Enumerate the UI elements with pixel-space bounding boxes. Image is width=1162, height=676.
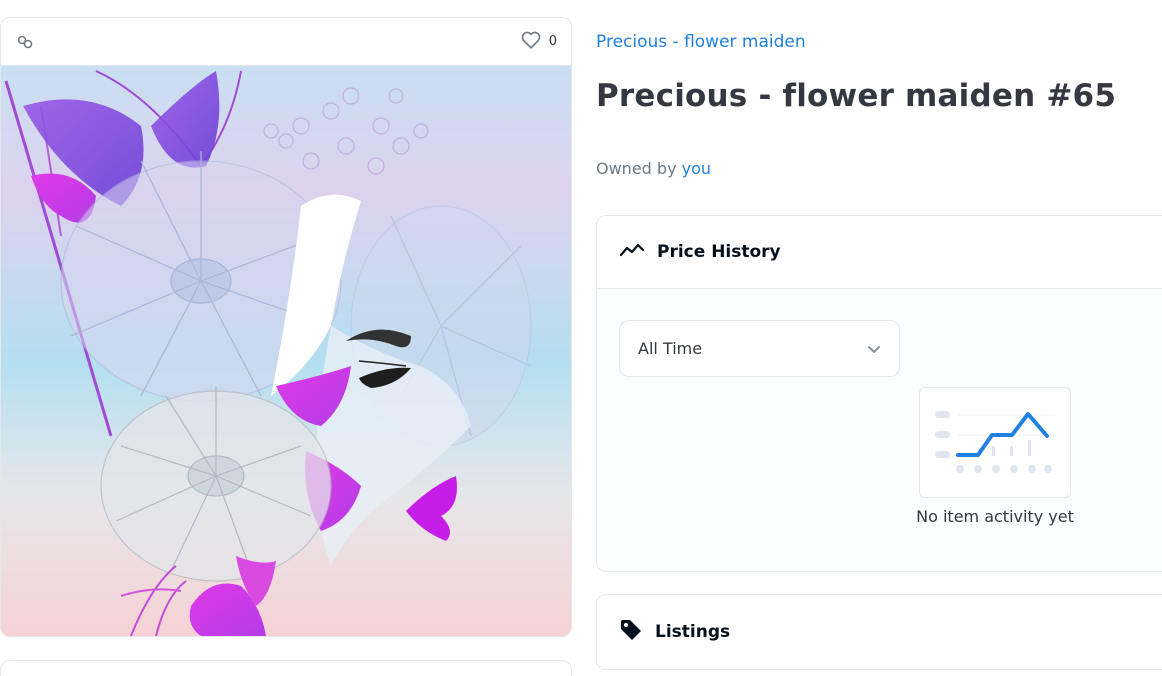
item-title: Precious - flower maiden #65 [596, 78, 1117, 114]
owned-by-label: Owned by [596, 159, 677, 178]
time-range-value: All Time [638, 339, 703, 358]
no-activity-message: No item activity yet [916, 507, 1074, 526]
page: 0 Precious - flower maiden Precious - fl… [0, 0, 1162, 676]
empty-chart-illustration [919, 387, 1071, 498]
favorite-button[interactable]: 0 [521, 31, 557, 53]
trend-line-icon [619, 242, 645, 262]
chain-icon[interactable] [15, 32, 35, 52]
chevron-down-icon [867, 339, 881, 358]
tag-icon [619, 618, 643, 646]
listings-panel: Listings [596, 594, 1162, 670]
favorite-count: 0 [548, 34, 557, 49]
nft-artwork-image[interactable] [1, 66, 571, 637]
price-history-panel: Price History All Time No item activity … [596, 215, 1162, 572]
bottom-card [0, 660, 572, 676]
collection-link[interactable]: Precious - flower maiden [596, 32, 806, 52]
media-card: 0 [0, 17, 572, 637]
owner-line: Owned by you [596, 159, 711, 178]
owner-link[interactable]: you [682, 159, 711, 178]
listings-title: Listings [655, 621, 731, 642]
price-history-header[interactable]: Price History [597, 216, 1162, 289]
listings-header[interactable]: Listings [597, 595, 1162, 668]
price-history-body: All Time No item activity yet [597, 289, 1162, 571]
time-range-select[interactable]: All Time [619, 320, 900, 377]
heart-icon[interactable] [521, 31, 541, 53]
media-header: 0 [1, 18, 571, 66]
price-history-title: Price History [657, 242, 781, 262]
